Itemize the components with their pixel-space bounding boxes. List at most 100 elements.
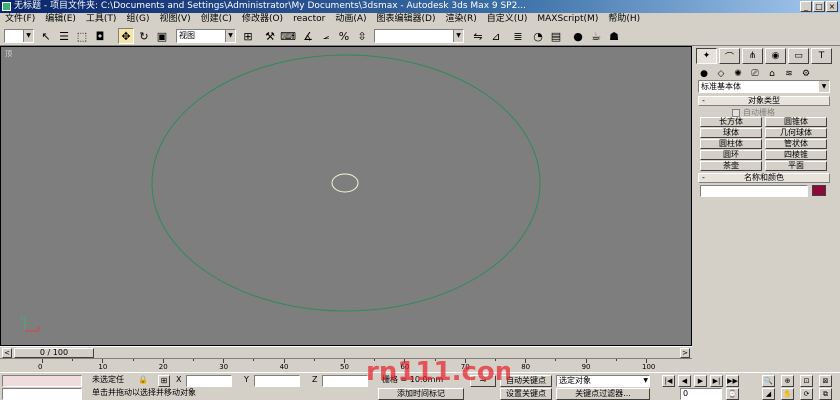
systems-icon[interactable]: ⚙ — [800, 68, 812, 80]
menu-file[interactable]: 文件(F) — [0, 13, 40, 26]
tube-button[interactable]: 管状体 — [765, 139, 827, 149]
torus-button[interactable]: 圆环 — [700, 150, 762, 160]
maximize-button[interactable]: □ — [813, 1, 825, 12]
track-bar[interactable]: 0 10 20 30 40 50 60 70 80 90 100 — [0, 358, 692, 372]
cylinder-button[interactable]: 圆柱体 — [700, 139, 762, 149]
mirror-icon[interactable]: ⇋ — [470, 28, 486, 44]
named-selection-dropdown[interactable]: ▼ — [374, 29, 464, 43]
angle-snap-icon[interactable]: ⦟ — [318, 28, 334, 44]
sphere-button[interactable]: 球体 — [700, 128, 762, 138]
time-config-icon[interactable]: ⌚ — [726, 388, 739, 400]
rect-selection-icon[interactable]: ⬚ — [74, 28, 90, 44]
schematic-view-icon[interactable]: ▤ — [548, 28, 564, 44]
close-button[interactable]: × — [826, 1, 838, 12]
select-and-scale-icon[interactable]: ▣ — [154, 28, 170, 44]
next-frame-icon[interactable]: ▶| — [710, 375, 723, 387]
menu-views[interactable]: 视图(V) — [154, 13, 195, 26]
goto-start-icon[interactable]: |◀ — [662, 375, 675, 387]
primitive-category-dropdown[interactable]: 标准基本体 ▼ — [698, 80, 830, 93]
motion-tab-icon[interactable]: ◉ — [765, 48, 786, 64]
menu-animation[interactable]: 动画(A) — [330, 13, 371, 26]
object-type-rollout[interactable]: - 对象类型 — [698, 96, 830, 106]
utilities-tab-icon[interactable]: T — [811, 48, 832, 64]
select-manipulate-icon[interactable]: ⚒ — [262, 28, 278, 44]
shapes-icon[interactable]: ◇ — [715, 68, 727, 80]
prev-frame-icon[interactable]: ◀ — [678, 375, 691, 387]
selected-object-dropdown[interactable]: 选定对象 ▼ — [556, 375, 650, 387]
snaps-toggle-icon[interactable]: ∡ — [300, 28, 316, 44]
object-name-field[interactable] — [700, 185, 808, 197]
play-icon[interactable]: ▶ — [694, 375, 707, 387]
lights-icon[interactable]: ✺ — [732, 68, 744, 80]
field-of-view-icon[interactable]: ◢ — [762, 388, 775, 400]
plane-button[interactable]: 平面 — [765, 161, 827, 171]
material-editor-icon[interactable]: ● — [570, 28, 586, 44]
layer-manager-icon[interactable]: ≣ — [510, 28, 526, 44]
reference-coord-dropdown[interactable]: 视图 ▼ — [176, 29, 236, 43]
zoom-extents-all-icon[interactable]: ⊠ — [819, 375, 832, 387]
geosphere-button[interactable]: 几何球体 — [765, 128, 827, 138]
menu-reactor[interactable]: reactor — [288, 13, 330, 26]
menu-maxscript[interactable]: MAXScript(M) — [532, 13, 603, 26]
curve-editor-icon[interactable]: ◔ — [530, 28, 546, 44]
create-tab-icon[interactable]: ✦ — [696, 48, 717, 64]
geometry-icon[interactable]: ● — [698, 68, 710, 80]
maxscript-listener-output[interactable] — [2, 388, 82, 400]
absolute-mode-icon[interactable]: ⊞ — [158, 375, 170, 387]
menu-graph-editors[interactable]: 图表编辑器(D) — [372, 13, 441, 26]
set-key-button[interactable]: 设置关键点 — [500, 388, 552, 400]
percent-snap-icon[interactable]: % — [336, 28, 352, 44]
quick-render-icon[interactable]: ☗ — [606, 28, 622, 44]
render-scene-icon[interactable]: ☕ — [588, 28, 604, 44]
display-tab-icon[interactable]: ▭ — [788, 48, 809, 64]
time-next-button[interactable]: > — [680, 348, 690, 358]
circle-shape[interactable] — [151, 54, 541, 312]
select-object-icon[interactable]: ↖ — [38, 28, 54, 44]
minimize-button[interactable]: _ — [800, 1, 812, 12]
menu-tools[interactable]: 工具(T) — [81, 13, 122, 26]
cone-button[interactable]: 圆锥体 — [765, 117, 827, 127]
pyramid-button[interactable]: 四棱锥 — [765, 150, 827, 160]
arc-rotate-icon[interactable]: ⟳ — [800, 388, 813, 400]
space-warps-icon[interactable]: ≋ — [783, 68, 795, 80]
hierarchy-tab-icon[interactable]: ⋔ — [742, 48, 763, 64]
goto-end-icon[interactable]: ▶▶ — [726, 375, 739, 387]
menu-rendering[interactable]: 渲染(R) — [440, 13, 481, 26]
box-button[interactable]: 长方体 — [700, 117, 762, 127]
select-and-rotate-icon[interactable]: ↻ — [136, 28, 152, 44]
select-and-move-icon[interactable]: ✥ — [118, 28, 134, 44]
lock-selection-icon[interactable]: 🔒 — [138, 374, 148, 386]
selection-filter-dropdown[interactable]: ▼ — [4, 29, 34, 43]
maxscript-listener[interactable] — [2, 375, 82, 387]
time-slider[interactable]: < 0 / 100 > — [0, 346, 692, 358]
spinner-snap-icon[interactable]: ⇳ — [354, 28, 370, 44]
keyboard-shortcut-icon[interactable]: ⌨ — [280, 28, 296, 44]
current-frame-field[interactable]: 0 — [680, 388, 722, 400]
time-prev-button[interactable]: < — [2, 348, 12, 358]
modify-tab-icon[interactable]: ⌒ — [719, 48, 740, 64]
align-icon[interactable]: ⊿ — [488, 28, 504, 44]
window-crossing-icon[interactable]: ◘ — [92, 28, 108, 44]
object-color-swatch[interactable] — [812, 185, 826, 196]
name-color-rollout[interactable]: - 名称和颜色 — [698, 173, 830, 183]
y-coord-field[interactable] — [254, 375, 300, 387]
zoom-icon[interactable]: 🔍 — [762, 375, 775, 387]
key-filters-button[interactable]: 关键点过滤器... — [556, 388, 650, 400]
menu-customize[interactable]: 自定义(U) — [482, 13, 533, 26]
select-by-name-icon[interactable]: ☰ — [56, 28, 72, 44]
add-time-tag-button[interactable]: 添加时间标记 — [378, 388, 464, 400]
top-viewport[interactable]: 顶 x y — [0, 46, 692, 346]
menu-create[interactable]: 创建(C) — [196, 13, 237, 26]
helpers-icon[interactable]: ⌂ — [766, 68, 778, 80]
menu-help[interactable]: 帮助(H) — [603, 13, 645, 26]
zoom-all-icon[interactable]: ⊕ — [781, 375, 794, 387]
pan-view-icon[interactable]: ✋ — [781, 388, 794, 400]
teapot-button[interactable]: 茶壶 — [700, 161, 762, 171]
maximize-viewport-icon[interactable]: ⧉ — [819, 388, 832, 400]
menu-modifiers[interactable]: 修改器(O) — [237, 13, 288, 26]
cameras-icon[interactable]: ⎚ — [749, 68, 761, 80]
x-coord-field[interactable] — [186, 375, 232, 387]
menu-group[interactable]: 组(G) — [121, 13, 154, 26]
pivot-center-icon[interactable]: ⊞ — [240, 28, 256, 44]
zoom-extents-icon[interactable]: ⊡ — [800, 375, 813, 387]
